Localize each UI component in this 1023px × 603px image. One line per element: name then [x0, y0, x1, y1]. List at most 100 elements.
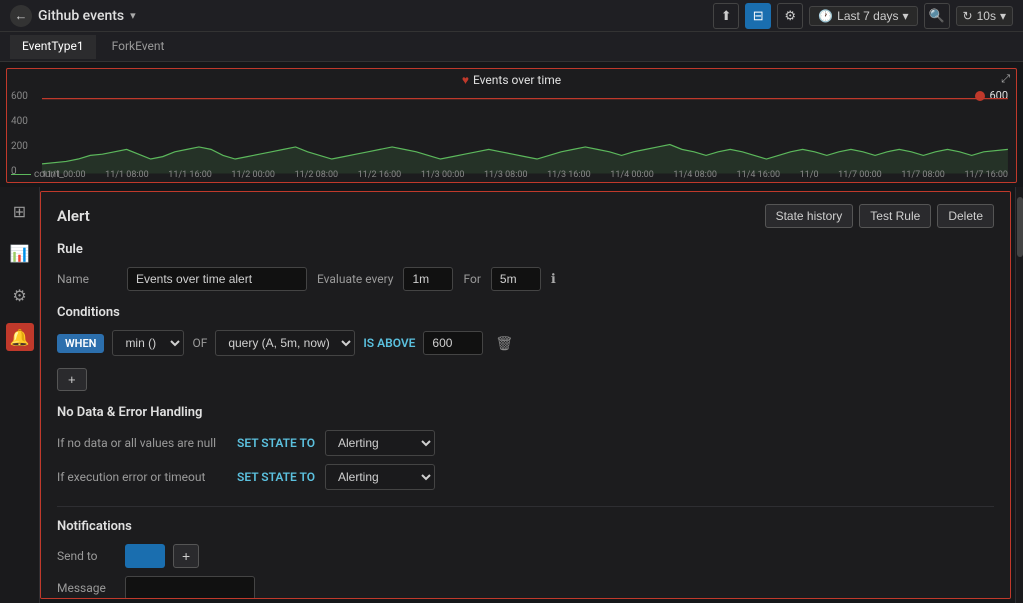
notifications-section: Notifications Send to + Message: [57, 506, 994, 599]
refresh-icon: ↻: [963, 9, 973, 23]
rule-name-row: Name Evaluate every For ℹ: [57, 267, 994, 291]
expand-icon[interactable]: ⤢: [1001, 72, 1010, 86]
x-label-15: 11/7 16:00: [964, 170, 1008, 180]
name-input[interactable]: [127, 267, 307, 291]
tab-eventtype1[interactable]: EventType1: [10, 35, 96, 59]
clock-icon: 🕐: [818, 9, 833, 23]
left-sidebar: ⊞ 📊 ⚙ 🔔: [0, 187, 40, 603]
alert-header: Alert State history Test Rule Delete: [57, 204, 994, 228]
no-data-label-2: If execution error or timeout: [57, 470, 227, 484]
notifications-title: Notifications: [57, 519, 994, 534]
condition-delete-button[interactable]: 🗑: [491, 333, 517, 354]
conditions-row: WHEN min () max () avg () OF query (A, 5…: [57, 330, 994, 356]
settings-button[interactable]: ⚙: [777, 3, 803, 29]
scroll-thumb[interactable]: [1017, 197, 1023, 257]
add-notification-button[interactable]: +: [173, 544, 199, 568]
y-axis-labels: 600 400 200 0: [11, 91, 28, 177]
main-content: ⊞ 📊 ⚙ 🔔 Alert State history Test Rule De…: [0, 187, 1023, 603]
back-icon: ←: [15, 8, 28, 23]
y-label-400: 400: [11, 116, 28, 127]
no-data-section: No Data & Error Handling If no data or a…: [57, 405, 994, 490]
test-rule-button[interactable]: Test Rule: [859, 204, 931, 228]
time-range-button[interactable]: 🕐 Last 7 days ▾: [809, 6, 917, 26]
x-label-6: 11/3 00:00: [421, 170, 465, 180]
for-input[interactable]: [491, 267, 541, 291]
chart-header: ⤢: [7, 69, 1016, 89]
no-data-title: No Data & Error Handling: [57, 405, 994, 420]
time-range-arrow: ▾: [903, 9, 909, 23]
sidebar-icon-bell[interactable]: 🔔: [6, 323, 34, 351]
x-label-14: 11/7 08:00: [901, 170, 945, 180]
for-label: For: [463, 272, 480, 286]
chart-panel: ♥ Events over time ⤢ 600 600 400 200 0 1…: [6, 68, 1017, 183]
share-button[interactable]: ⬆: [713, 3, 739, 29]
x-label-5: 11/2 16:00: [358, 170, 402, 180]
send-label: Send to: [57, 549, 117, 563]
conditions-section: Conditions WHEN min () max () avg () OF …: [57, 305, 994, 391]
tab-forkevent[interactable]: ForkEvent: [100, 35, 177, 59]
x-label-7: 11/3 08:00: [484, 170, 528, 180]
y-label-600: 600: [11, 91, 28, 102]
x-label-13: 11/7 00:00: [838, 170, 882, 180]
x-label-9: 11/4 00:00: [610, 170, 654, 180]
right-scrollbar[interactable]: [1015, 187, 1023, 603]
of-label: OF: [192, 336, 207, 350]
no-data-state-select-1[interactable]: Alerting No Data Keep State OK: [325, 430, 435, 456]
send-row: Send to +: [57, 544, 994, 568]
func-select[interactable]: min () max () avg (): [112, 330, 184, 356]
sidebar-icon-settings[interactable]: ⚙: [6, 281, 34, 309]
back-button[interactable]: ←: [10, 5, 32, 27]
delete-button[interactable]: Delete: [937, 204, 994, 228]
sidebar-icon-chart[interactable]: 📊: [6, 239, 34, 267]
name-label: Name: [57, 272, 117, 286]
send-to-button[interactable]: [125, 544, 165, 568]
x-label-11: 11/4 16:00: [737, 170, 781, 180]
share-icon: ⬆: [721, 8, 732, 24]
no-data-row-2: If execution error or timeout SET STATE …: [57, 464, 994, 490]
x-label-2: 11/1 16:00: [168, 170, 212, 180]
sidebar-icon-layers[interactable]: ⊞: [6, 197, 34, 225]
dashboard-title: Github events: [38, 8, 124, 24]
x-label-1: 11/1 08:00: [105, 170, 149, 180]
x-label-3: 11/2 00:00: [231, 170, 275, 180]
no-data-state-select-2[interactable]: Alerting No Data Keep State OK: [325, 464, 435, 490]
top-nav: ← Github events ▾ ⬆ ⊟ ⚙ 🕐 Last 7 days ▾ …: [0, 0, 1023, 32]
legend-count: count_: [34, 169, 64, 180]
when-badge: WHEN: [57, 334, 104, 353]
bell-icon: 🔔: [10, 328, 30, 347]
legend-line: [11, 174, 31, 175]
tab-forkevent-label: ForkEvent: [112, 39, 165, 53]
alert-title: Alert: [57, 207, 90, 225]
evaluate-label: Evaluate every: [317, 272, 393, 286]
no-data-row-1: If no data or all values are null SET ST…: [57, 430, 994, 456]
trash-icon: 🗑: [495, 335, 513, 351]
alert-panel: Alert State history Test Rule Delete Rul…: [40, 191, 1011, 599]
x-label-8: 11/3 16:00: [547, 170, 591, 180]
tabs-row: EventType1 ForkEvent: [0, 32, 1023, 62]
message-input[interactable]: [125, 576, 255, 599]
refresh-label: 10s: [977, 9, 996, 23]
gear-sidebar-icon: ⚙: [12, 286, 26, 305]
refresh-button[interactable]: ↻ 10s ▾: [956, 6, 1013, 26]
threshold-input[interactable]: [423, 331, 483, 355]
info-icon[interactable]: ℹ: [551, 272, 556, 287]
evaluate-input[interactable]: [403, 267, 453, 291]
add-condition-button[interactable]: +: [57, 368, 87, 391]
tab-eventtype1-label: EventType1: [22, 39, 84, 53]
search-button[interactable]: 🔍: [924, 3, 950, 29]
chart-svg: [42, 89, 1008, 174]
alert-header-buttons: State history Test Rule Delete: [765, 204, 994, 228]
gear-icon: ⚙: [784, 8, 796, 24]
no-data-label-1: If no data or all values are null: [57, 436, 227, 450]
state-history-button[interactable]: State history: [765, 204, 854, 228]
y-label-200: 200: [11, 141, 28, 152]
search-icon: 🔍: [928, 8, 944, 24]
x-label-12: 11/0: [800, 170, 819, 180]
top-nav-left: ← Github events ▾: [10, 5, 136, 27]
bookmark-button[interactable]: ⊟: [745, 3, 771, 29]
x-label-4: 11/2 08:00: [295, 170, 339, 180]
refresh-arrow: ▾: [1000, 9, 1006, 23]
layers-icon: ⊞: [13, 202, 26, 221]
dashboard-dropdown-arrow[interactable]: ▾: [130, 9, 136, 22]
query-select[interactable]: query (A, 5m, now): [215, 330, 355, 356]
